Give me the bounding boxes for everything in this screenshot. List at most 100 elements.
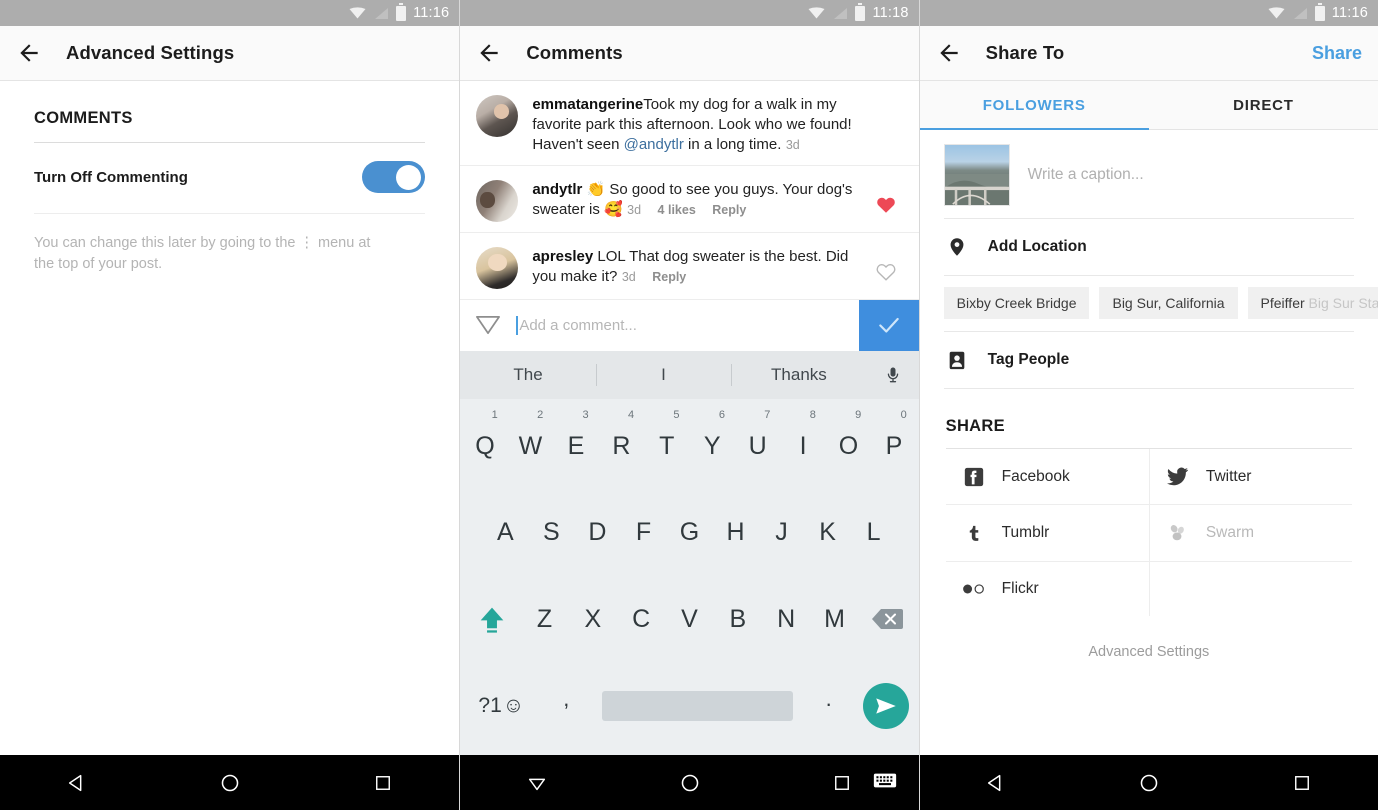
comment-username[interactable]: apresley [532, 248, 593, 265]
nav-recents-button[interactable] [1225, 773, 1378, 793]
back-icon[interactable] [936, 40, 962, 66]
key-o[interactable]: 9O [826, 403, 871, 490]
comment-mention[interactable]: @andytlr [624, 136, 684, 153]
comment-time: 3d [621, 269, 636, 284]
location-chip[interactable]: Pfeiffer Big Sur State Park [1247, 287, 1378, 319]
key-k[interactable]: K [805, 489, 851, 576]
comma-key[interactable]: , [540, 686, 592, 726]
like-icon-filled[interactable] [875, 194, 897, 216]
nav-home-button[interactable] [1072, 772, 1225, 794]
key-i[interactable]: 8I [780, 403, 825, 490]
key-y[interactable]: 6Y [690, 403, 735, 490]
key-u[interactable]: 7U [735, 403, 780, 490]
share-swarm-label: Swarm [1205, 524, 1255, 541]
turn-off-commenting-row[interactable]: Turn Off Commenting [0, 143, 459, 213]
key-w[interactable]: 2W [508, 403, 553, 490]
key-d[interactable]: D [574, 489, 620, 576]
suggestion-2[interactable]: I [596, 365, 731, 385]
key-num: 6 [718, 408, 725, 421]
key-a[interactable]: A [482, 489, 528, 576]
microphone-icon[interactable] [867, 364, 919, 386]
nav-back-button[interactable] [0, 772, 153, 794]
keyboard-icon[interactable] [873, 771, 897, 794]
android-nav-bar [0, 755, 460, 810]
key-p[interactable]: 0P [871, 403, 916, 490]
comment-username[interactable]: andytlr [532, 181, 582, 198]
comment-compose-bar: Add a comment... [460, 298, 919, 351]
submit-comment-button[interactable] [858, 299, 919, 351]
share-twitter[interactable]: Twitter [1148, 449, 1352, 504]
key-r[interactable]: 4R [599, 403, 644, 490]
space-key[interactable] [602, 690, 793, 721]
share-facebook[interactable]: Facebook [946, 449, 1149, 504]
comment-reply-button[interactable]: Reply [712, 203, 746, 217]
key-z[interactable]: Z [520, 576, 568, 663]
location-chip[interactable]: Bixby Creek Bridge [943, 287, 1090, 319]
emoji-key-icon: ☺ [502, 693, 525, 717]
avatar[interactable] [476, 179, 519, 222]
share-flickr[interactable]: Flickr [946, 562, 1149, 616]
add-location-row[interactable]: Add Location [920, 219, 1378, 275]
advanced-settings-link[interactable]: Advanced Settings [920, 616, 1378, 660]
post-thumbnail[interactable] [943, 144, 1010, 206]
key-h[interactable]: H [713, 489, 759, 576]
key-f[interactable]: F [620, 489, 666, 576]
key-b[interactable]: B [714, 576, 762, 663]
comment-likes[interactable]: 4 likes [658, 203, 696, 217]
symbols-key[interactable]: ?1 ☺ [462, 694, 540, 718]
nav-recents-button[interactable] [306, 773, 459, 793]
tab-followers[interactable]: FOLLOWERS [919, 81, 1150, 130]
share-tumblr[interactable]: Tumblr [946, 505, 1149, 561]
share-button[interactable]: Share [1312, 43, 1362, 64]
suggestion-3[interactable]: Thanks [731, 365, 866, 385]
key-j[interactable]: J [759, 489, 805, 576]
key-m[interactable]: M [810, 576, 858, 663]
key-q[interactable]: 1Q [462, 403, 507, 490]
key-x[interactable]: X [569, 576, 617, 663]
nav-home-button[interactable] [153, 772, 306, 794]
shift-key-icon[interactable] [464, 602, 520, 636]
comment-reply-button[interactable]: Reply [652, 270, 686, 284]
share-facebook-label: Facebook [1001, 467, 1070, 485]
key-g[interactable]: G [666, 489, 712, 576]
send-key[interactable] [855, 682, 917, 729]
location-chip[interactable]: Big Sur, California [1099, 287, 1238, 319]
android-nav-bar [460, 755, 919, 810]
three-phone-screenshots: 11:16 Advanced Settings COMMENTS Turn Of… [0, 0, 1378, 810]
key-num: 0 [900, 408, 907, 421]
key-n[interactable]: N [762, 576, 810, 663]
back-icon[interactable] [476, 40, 502, 66]
backspace-key-icon[interactable] [859, 606, 915, 632]
paper-plane-icon[interactable] [460, 300, 516, 351]
nav-back-button[interactable] [460, 772, 613, 794]
tag-people-row[interactable]: Tag People [920, 332, 1378, 388]
key-s[interactable]: S [528, 489, 574, 576]
key-letter: W [518, 431, 543, 460]
period-key[interactable]: . [803, 686, 855, 726]
signal-icon [832, 7, 848, 20]
nav-back-button[interactable] [920, 772, 1073, 794]
key-l[interactable]: L [851, 489, 897, 576]
tab-direct[interactable]: DIRECT [1149, 81, 1378, 129]
avatar[interactable] [476, 246, 519, 289]
keyboard-row-3: Z X C V B N M [462, 576, 916, 663]
like-icon-outline[interactable] [875, 261, 897, 283]
comment-item[interactable]: emmatangerineTook my dog for a walk in m… [460, 81, 918, 165]
key-num: 3 [582, 408, 589, 421]
avatar[interactable] [476, 95, 519, 137]
comment-item[interactable]: andytlr 👏 So good to see you guys. Your … [460, 164, 919, 232]
key-v[interactable]: V [665, 576, 713, 663]
comment-item[interactable]: apresley LOL That dog sweater is the bes… [460, 231, 919, 299]
comment-input[interactable]: Add a comment... [516, 300, 858, 351]
key-c[interactable]: C [617, 576, 665, 663]
caption-row[interactable]: Write a caption... [920, 130, 1378, 218]
nav-home-button[interactable] [613, 772, 766, 794]
comment-username[interactable]: emmatangerine [532, 96, 643, 113]
turn-off-commenting-toggle[interactable] [362, 161, 426, 193]
suggestion-1[interactable]: The [460, 365, 595, 385]
back-icon[interactable] [16, 40, 42, 66]
caption-input[interactable]: Write a caption... [1028, 166, 1144, 184]
share-swarm[interactable]: Swarm [1148, 505, 1352, 561]
key-e[interactable]: 3E [553, 403, 598, 490]
key-t[interactable]: 5T [644, 403, 689, 490]
